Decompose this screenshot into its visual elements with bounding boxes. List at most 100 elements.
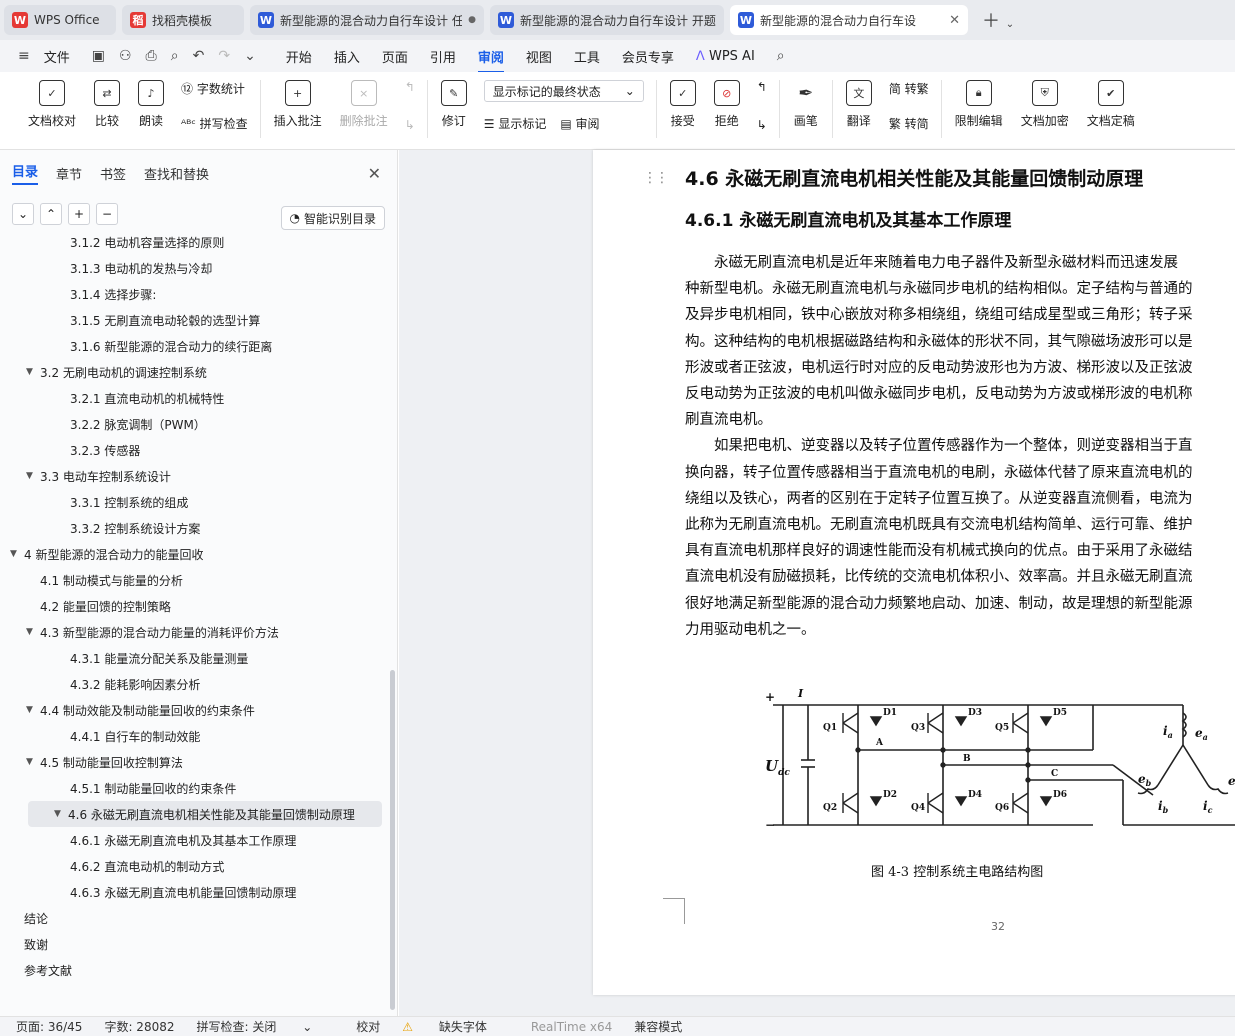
toc-item[interactable]: 3.3.2 控制系统设计方案	[0, 515, 392, 541]
tab-doc-active[interactable]: W 新型能源的混合动力自行车设 ✕	[730, 5, 968, 35]
menu-member[interactable]: 会员专享	[622, 47, 674, 66]
tab-doc-task[interactable]: W 新型能源的混合动力自行车设计 任 ●	[250, 5, 484, 35]
word-count-button[interactable]: ⑫ 字数统计	[181, 80, 248, 97]
delete-comment-button[interactable]: × 删除批注	[340, 80, 388, 129]
toc-item[interactable]: ▼ 4.5 制动能量回收控制算法	[0, 749, 392, 775]
prev-change-icon[interactable]: ↰	[757, 80, 767, 94]
tab-bookmarks[interactable]: 书签	[100, 164, 126, 183]
encrypt-button[interactable]: ⛨ 文档加密	[1021, 80, 1069, 129]
restrict-edit-button[interactable]: 🔒︎ 限制编辑	[955, 80, 1003, 129]
drag-handle-icon[interactable]: ⋮⋮	[643, 170, 669, 186]
add-heading-icon[interactable]: +	[68, 203, 90, 225]
undo-icon[interactable]: ↶	[193, 48, 205, 64]
menu-references[interactable]: 引用	[430, 47, 456, 66]
markup-state-select[interactable]: 显示标记的最终状态 ⌄	[483, 80, 644, 102]
proofread-button[interactable]: ✓ 文档校对	[28, 80, 76, 129]
toc-item[interactable]: 4.5.1 制动能量回收的约束条件	[0, 775, 392, 801]
menu-file[interactable]: 文件	[44, 47, 70, 66]
collapse-up-icon[interactable]: ⌃	[40, 203, 62, 225]
menu-tools[interactable]: 工具	[574, 47, 600, 66]
finalize-button[interactable]: ✔ 文档定稿	[1087, 80, 1135, 129]
to-simplified-button[interactable]: 繁 转简	[889, 115, 929, 132]
toc-item[interactable]: 结论	[0, 905, 392, 931]
reject-button[interactable]: ⊘ 拒绝	[713, 80, 740, 129]
smart-toc-button[interactable]: ◔ 智能识别目录	[280, 206, 385, 230]
toc-item[interactable]: 参考文献	[0, 957, 392, 983]
toc-item[interactable]: 3.1.2 电动机容量选择的原则	[0, 229, 392, 255]
tab-toc[interactable]: 目录	[12, 161, 39, 185]
translate-button[interactable]: 文翻译	[845, 80, 872, 129]
toc-item[interactable]: 4.6.1 永磁无刷直流电机及其基本工作原理	[0, 827, 392, 853]
toc-item[interactable]: 4.3.1 能量流分配关系及能量测量	[0, 645, 392, 671]
prev-comment-icon[interactable]: ↰	[405, 80, 415, 94]
accept-button[interactable]: ✓ 接受	[669, 80, 696, 129]
insert-comment-button[interactable]: + 插入批注	[274, 80, 322, 129]
tab-docer-templates[interactable]: 稻 找稻壳模板	[122, 5, 244, 35]
next-comment-icon[interactable]: ↳	[405, 118, 415, 132]
track-changes-button[interactable]: ✎ 修订	[440, 80, 467, 129]
expand-arrow-icon[interactable]: ▼	[26, 471, 40, 481]
toc-item[interactable]: 4.6.3 永磁无刷直流电机能量回馈制动原理	[0, 879, 392, 905]
tab-wps-office[interactable]: W WPS Office	[4, 5, 116, 35]
toc-item[interactable]: 3.2.3 传感器	[0, 437, 392, 463]
toc-item[interactable]: ▼ 4.3 新型能源的混合动力能量的消耗评价方法	[0, 619, 392, 645]
expand-arrow-icon[interactable]: ▼	[26, 367, 40, 377]
share-icon[interactable]: ⚇	[119, 48, 132, 64]
spell-check-button[interactable]: ᴬᴮᶜ 拼写检查	[181, 115, 248, 132]
toc-item[interactable]: 4.3.2 能耗影响因素分析	[0, 671, 392, 697]
menu-view[interactable]: 视图	[526, 47, 552, 66]
close-tab-icon[interactable]: ✕	[949, 13, 960, 28]
new-tab-plus-icon[interactable]: ＋ ⌄	[982, 7, 1014, 33]
search-icon[interactable]: ⌕	[777, 48, 785, 64]
toc-item[interactable]: 4.4.1 自行车的制动效能	[0, 723, 392, 749]
toc-item[interactable]: 3.1.3 电动机的发热与冷却	[0, 255, 392, 281]
toc-item[interactable]: 3.2.2 脉宽调制（PWM）	[0, 411, 392, 437]
menu-home[interactable]: 开始	[286, 47, 312, 66]
print-preview-icon[interactable]: ⌕	[171, 48, 179, 64]
expand-arrow-icon[interactable]: ▼	[54, 809, 68, 819]
toc-item[interactable]: 3.2.1 直流电动机的机械特性	[0, 385, 392, 411]
toc-item[interactable]: 3.1.6 新型能源的混合动力的续行距离	[0, 333, 392, 359]
to-traditional-button[interactable]: 简 转繁	[889, 80, 929, 97]
toc-item[interactable]: ▼ 4.4 制动效能及制动能量回收的约束条件	[0, 697, 392, 723]
spell-check-indicator[interactable]: 拼写检查: 关闭 ⌄	[197, 1018, 335, 1035]
review-pane-button[interactable]: ▤ 审阅	[560, 115, 599, 132]
toc-item[interactable]: 4.1 制动模式与能量的分析	[0, 567, 392, 593]
toc-item[interactable]: 4.2 能量回馈的控制策略	[0, 593, 392, 619]
toc-item[interactable]: ▼ 3.3 电动车控制系统设计	[0, 463, 392, 489]
expand-arrow-icon[interactable]: ▼	[26, 627, 40, 637]
save-icon[interactable]: ▣	[92, 48, 105, 64]
chevron-down-icon[interactable]: ⌄	[244, 48, 256, 64]
toc-item[interactable]: 3.1.4 选择步骤:	[0, 281, 392, 307]
page-indicator[interactable]: 页面: 36/45	[16, 1018, 82, 1035]
menu-review[interactable]: 审阅	[477, 47, 504, 73]
remove-heading-icon[interactable]: −	[96, 203, 118, 225]
expand-arrow-icon[interactable]: ▼	[10, 549, 24, 559]
menu-page[interactable]: 页面	[382, 47, 408, 66]
collapse-down-icon[interactable]: ⌄	[12, 203, 34, 225]
toc-item[interactable]: 致谢	[0, 931, 392, 957]
toc-item[interactable]: ▼ 3.2 无刷电动机的调速控制系统	[0, 359, 392, 385]
missing-font-indicator[interactable]: ⚠ 缺失字体	[402, 1018, 509, 1035]
tab-sections[interactable]: 章节	[56, 164, 82, 183]
tab-doc-proposal[interactable]: W 新型能源的混合动力自行车设计 开题	[490, 5, 724, 35]
expand-arrow-icon[interactable]: ▼	[26, 705, 40, 715]
toc-item[interactable]: 4.6.2 直流电动机的制动方式	[0, 853, 392, 879]
close-icon[interactable]: ✕	[368, 164, 381, 183]
toc-scrollbar[interactable]	[390, 670, 395, 1010]
show-markup-button[interactable]: ☰ 显示标记	[484, 115, 547, 132]
print-icon[interactable]: ⎙	[146, 48, 157, 64]
tab-find-replace[interactable]: 查找和替换	[144, 164, 209, 183]
toc-item[interactable]: ▼ 4.6 永磁无刷直流电机相关性能及其能量回馈制动原理	[28, 801, 382, 827]
pen-button[interactable]: ✒ 画笔	[793, 80, 819, 129]
hamburger-menu-icon[interactable]: ≡	[18, 48, 30, 64]
word-count-indicator[interactable]: 字数: 28082	[104, 1018, 174, 1035]
toc-item[interactable]: 3.3.1 控制系统的组成	[0, 489, 392, 515]
toc-item[interactable]: ▼ 4 新型能源的混合动力的能量回收	[0, 541, 392, 567]
menu-insert[interactable]: 插入	[334, 47, 360, 66]
expand-arrow-icon[interactable]: ▼	[26, 757, 40, 767]
compare-button[interactable]: ⇄ 比较	[94, 80, 121, 129]
toc-item[interactable]: 3.1.5 无刷直流电动轮毂的选型计算	[0, 307, 392, 333]
menu-wps-ai[interactable]: ᐱ WPS AI	[696, 49, 755, 64]
redo-icon[interactable]: ↷	[218, 48, 230, 64]
